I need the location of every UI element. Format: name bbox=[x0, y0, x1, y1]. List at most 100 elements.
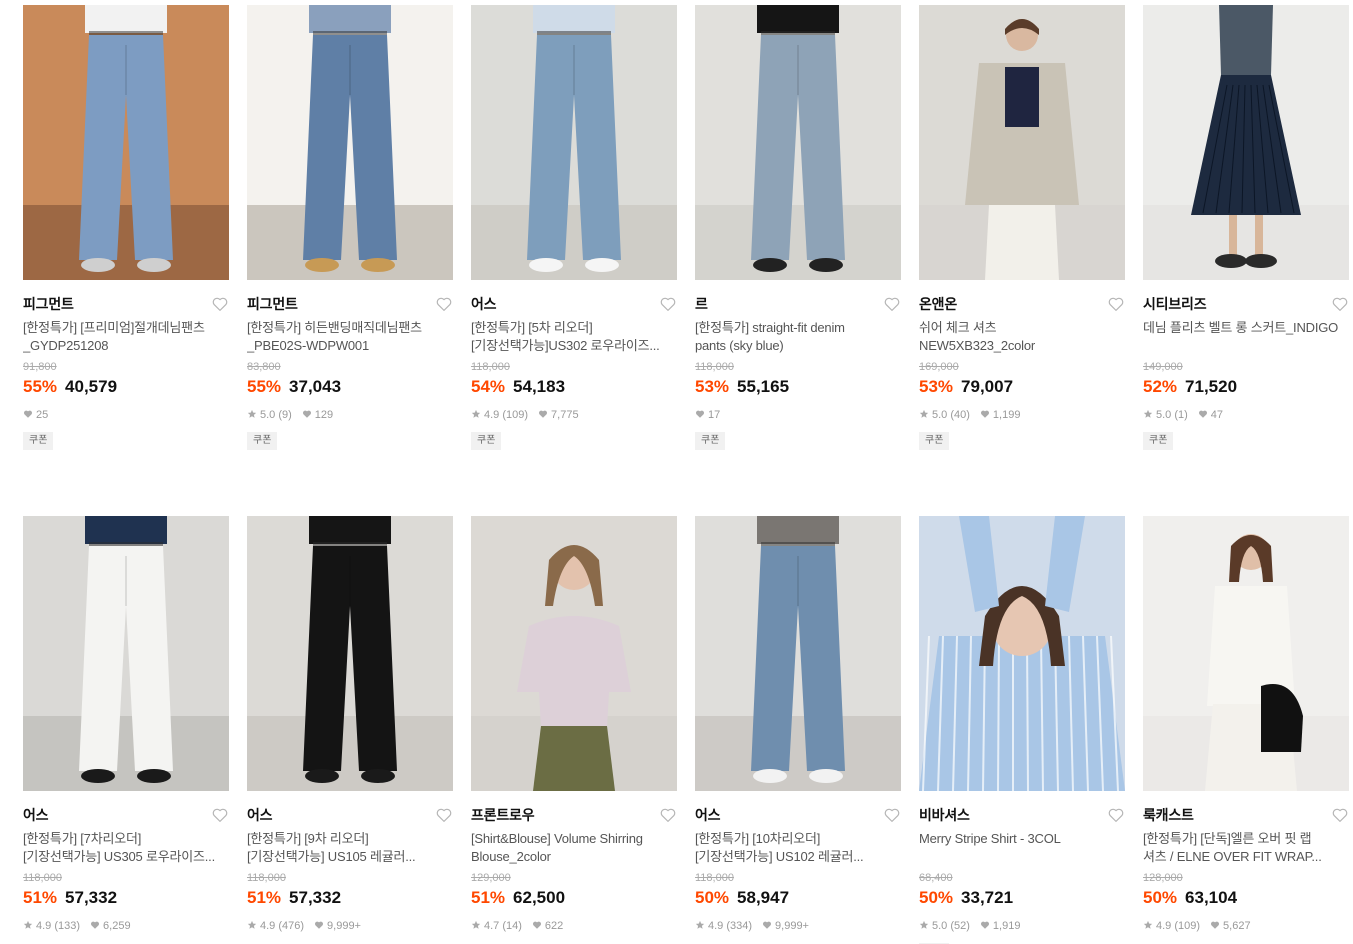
product-card[interactable]: 프론트로우 [Shirt&Blouse] Volume Shirring Blo… bbox=[471, 516, 677, 933]
original-price: 91,800 bbox=[23, 361, 57, 373]
product-card[interactable]: 온앤온 쉬어 체크 셔츠 NEW5XB323_2color 169,000 53… bbox=[919, 5, 1125, 450]
product-title[interactable]: [한정특가] [9차 리오더] [기장선택가능] US105 레귤러... bbox=[247, 830, 453, 866]
discount-rate: 51% bbox=[23, 888, 58, 907]
product-card[interactable]: 르 [한정특가] straight-fit denim pants (sky b… bbox=[695, 5, 901, 450]
product-meta: 25 bbox=[23, 408, 229, 422]
heart-filled-icon bbox=[695, 409, 708, 422]
product-image[interactable] bbox=[23, 516, 229, 791]
product-title-line-2: _GYDP251208 bbox=[23, 338, 109, 353]
product-image[interactable] bbox=[1143, 516, 1349, 791]
heart-outline-icon[interactable] bbox=[883, 806, 901, 824]
brand-row: 시티브리즈 bbox=[1143, 295, 1349, 313]
rating-value: 5.0 (52) bbox=[932, 920, 970, 932]
product-image[interactable] bbox=[1143, 5, 1349, 280]
brand-name[interactable]: 시티브리즈 bbox=[1143, 294, 1207, 314]
original-price: 118,000 bbox=[23, 872, 62, 884]
sale-price: 79,007 bbox=[961, 377, 1014, 396]
product-title[interactable]: 쉬어 체크 셔츠 NEW5XB323_2color bbox=[919, 319, 1125, 355]
product-image[interactable] bbox=[247, 516, 453, 791]
product-image[interactable] bbox=[919, 5, 1125, 280]
price-row: 52% 71,520 bbox=[1143, 377, 1349, 399]
product-card[interactable]: 어스 [한정특가] [10차리오더] [기장선택가능] US102 레귤러...… bbox=[695, 516, 901, 933]
product-title[interactable]: [한정특가] [5차 리오더] [기장선택가능]US302 로우라이즈... bbox=[471, 319, 677, 355]
rating: 5.0 (52) bbox=[919, 920, 970, 933]
product-image[interactable] bbox=[471, 516, 677, 791]
heart-outline-icon[interactable] bbox=[435, 295, 453, 313]
brand-name[interactable]: 피그먼트 bbox=[23, 294, 74, 314]
brand-row: 프론트로우 bbox=[471, 806, 677, 824]
product-title[interactable]: [Shirt&Blouse] Volume Shirring Blouse_2c… bbox=[471, 830, 677, 866]
product-card[interactable]: 비바셔스 Merry Stripe Shirt - 3COL 68,400 50… bbox=[919, 516, 1125, 944]
product-image[interactable] bbox=[471, 5, 677, 280]
product-title[interactable]: Merry Stripe Shirt - 3COL bbox=[919, 830, 1125, 866]
rating: 4.9 (133) bbox=[23, 920, 80, 933]
likes-count: 5,627 bbox=[1223, 920, 1251, 932]
heart-filled-icon bbox=[538, 409, 551, 422]
product-title[interactable]: [한정특가] [10차리오더] [기장선택가능] US102 레귤러... bbox=[695, 830, 901, 866]
likes-count: 129 bbox=[314, 409, 334, 421]
product-card[interactable]: 어스 [한정특가] [9차 리오더] [기장선택가능] US105 레귤러...… bbox=[247, 516, 453, 933]
rating-value: 4.9 (109) bbox=[1156, 920, 1201, 932]
rating: 4.9 (109) bbox=[471, 409, 528, 422]
brand-name[interactable]: 어스 bbox=[695, 805, 721, 825]
likes: 47 bbox=[1198, 409, 1223, 422]
brand-name[interactable]: 어스 bbox=[247, 805, 273, 825]
product-title[interactable]: 데님 플리츠 벨트 롱 스커트_INDIGO bbox=[1143, 319, 1349, 355]
product-image[interactable] bbox=[247, 5, 453, 280]
star-icon bbox=[247, 920, 260, 933]
product-title-line-2: 셔츠 / ELNE OVER FIT WRAP... bbox=[1143, 849, 1322, 864]
brand-name[interactable]: 룩캐스트 bbox=[1143, 805, 1194, 825]
product-title-line-1: [한정특가] [프리미엄]절개데님팬츠 bbox=[23, 320, 205, 335]
product-meta: 4.9 (109) 7,775 bbox=[471, 408, 677, 422]
brand-name[interactable]: 어스 bbox=[23, 805, 49, 825]
product-image[interactable] bbox=[919, 516, 1125, 791]
heart-outline-icon[interactable] bbox=[1107, 806, 1125, 824]
heart-outline-icon[interactable] bbox=[1331, 295, 1349, 313]
likes-count: 622 bbox=[544, 920, 564, 932]
product-title[interactable]: [한정특가] 히든밴딩매직데님팬츠 _PBE02S-WDPW001 bbox=[247, 319, 453, 355]
heart-outline-icon[interactable] bbox=[883, 295, 901, 313]
star-icon bbox=[919, 920, 932, 933]
product-card[interactable]: 룩캐스트 [한정특가] [단독]엘른 오버 핏 랩 셔츠 / ELNE OVER… bbox=[1143, 516, 1349, 933]
product-card[interactable]: 시티브리즈 데님 플리츠 벨트 롱 스커트_INDIGO 149,000 52%… bbox=[1143, 5, 1349, 450]
product-card[interactable]: 어스 [한정특가] [5차 리오더] [기장선택가능]US302 로우라이즈..… bbox=[471, 5, 677, 450]
heart-outline-icon[interactable] bbox=[211, 295, 229, 313]
original-price: 68,400 bbox=[919, 872, 953, 884]
heart-outline-icon[interactable] bbox=[659, 806, 677, 824]
brand-name[interactable]: 어스 bbox=[471, 294, 497, 314]
likes: 25 bbox=[23, 409, 48, 422]
discount-rate: 55% bbox=[23, 377, 58, 396]
discount-rate: 51% bbox=[247, 888, 282, 907]
heart-filled-icon bbox=[762, 920, 775, 933]
brand-name[interactable]: 비바셔스 bbox=[919, 805, 970, 825]
coupon-badge: 쿠폰 bbox=[1143, 432, 1174, 450]
product-image[interactable] bbox=[23, 5, 229, 280]
brand-name[interactable]: 르 bbox=[695, 294, 708, 314]
heart-outline-icon[interactable] bbox=[211, 806, 229, 824]
product-image[interactable] bbox=[695, 516, 901, 791]
product-image[interactable] bbox=[695, 5, 901, 280]
discount-rate: 50% bbox=[1143, 888, 1178, 907]
brand-name[interactable]: 온앤온 bbox=[919, 294, 957, 314]
heart-outline-icon[interactable] bbox=[1107, 295, 1125, 313]
product-title[interactable]: [한정특가] [프리미엄]절개데님팬츠 _GYDP251208 bbox=[23, 319, 229, 355]
heart-outline-icon[interactable] bbox=[1331, 806, 1349, 824]
product-card[interactable]: 피그먼트 [한정특가] 히든밴딩매직데님팬츠 _PBE02S-WDPW001 8… bbox=[247, 5, 453, 450]
product-card[interactable]: 어스 [한정특가] [7차리오더] [기장선택가능] US305 로우라이즈..… bbox=[23, 516, 229, 933]
sale-price: 57,332 bbox=[289, 888, 342, 907]
brand-name[interactable]: 피그먼트 bbox=[247, 294, 298, 314]
brand-row: 어스 bbox=[695, 806, 901, 824]
product-meta: 4.7 (14) 622 bbox=[471, 919, 677, 933]
rating: 4.7 (14) bbox=[471, 920, 522, 933]
heart-outline-icon[interactable] bbox=[659, 295, 677, 313]
discount-rate: 53% bbox=[919, 377, 954, 396]
product-title-line-2: [기장선택가능] US105 레귤러... bbox=[247, 849, 416, 864]
brand-name[interactable]: 프론트로우 bbox=[471, 805, 535, 825]
heart-outline-icon[interactable] bbox=[435, 806, 453, 824]
product-title[interactable]: [한정특가] [7차리오더] [기장선택가능] US305 로우라이즈... bbox=[23, 830, 229, 866]
product-card[interactable]: 피그먼트 [한정특가] [프리미엄]절개데님팬츠 _GYDP251208 91,… bbox=[23, 5, 229, 450]
product-title[interactable]: [한정특가] straight-fit denim pants (sky blu… bbox=[695, 319, 901, 355]
heart-filled-icon bbox=[23, 409, 36, 422]
product-title[interactable]: [한정특가] [단독]엘른 오버 핏 랩 셔츠 / ELNE OVER FIT … bbox=[1143, 830, 1349, 866]
product-title-line-2: Blouse_2color bbox=[471, 849, 551, 864]
